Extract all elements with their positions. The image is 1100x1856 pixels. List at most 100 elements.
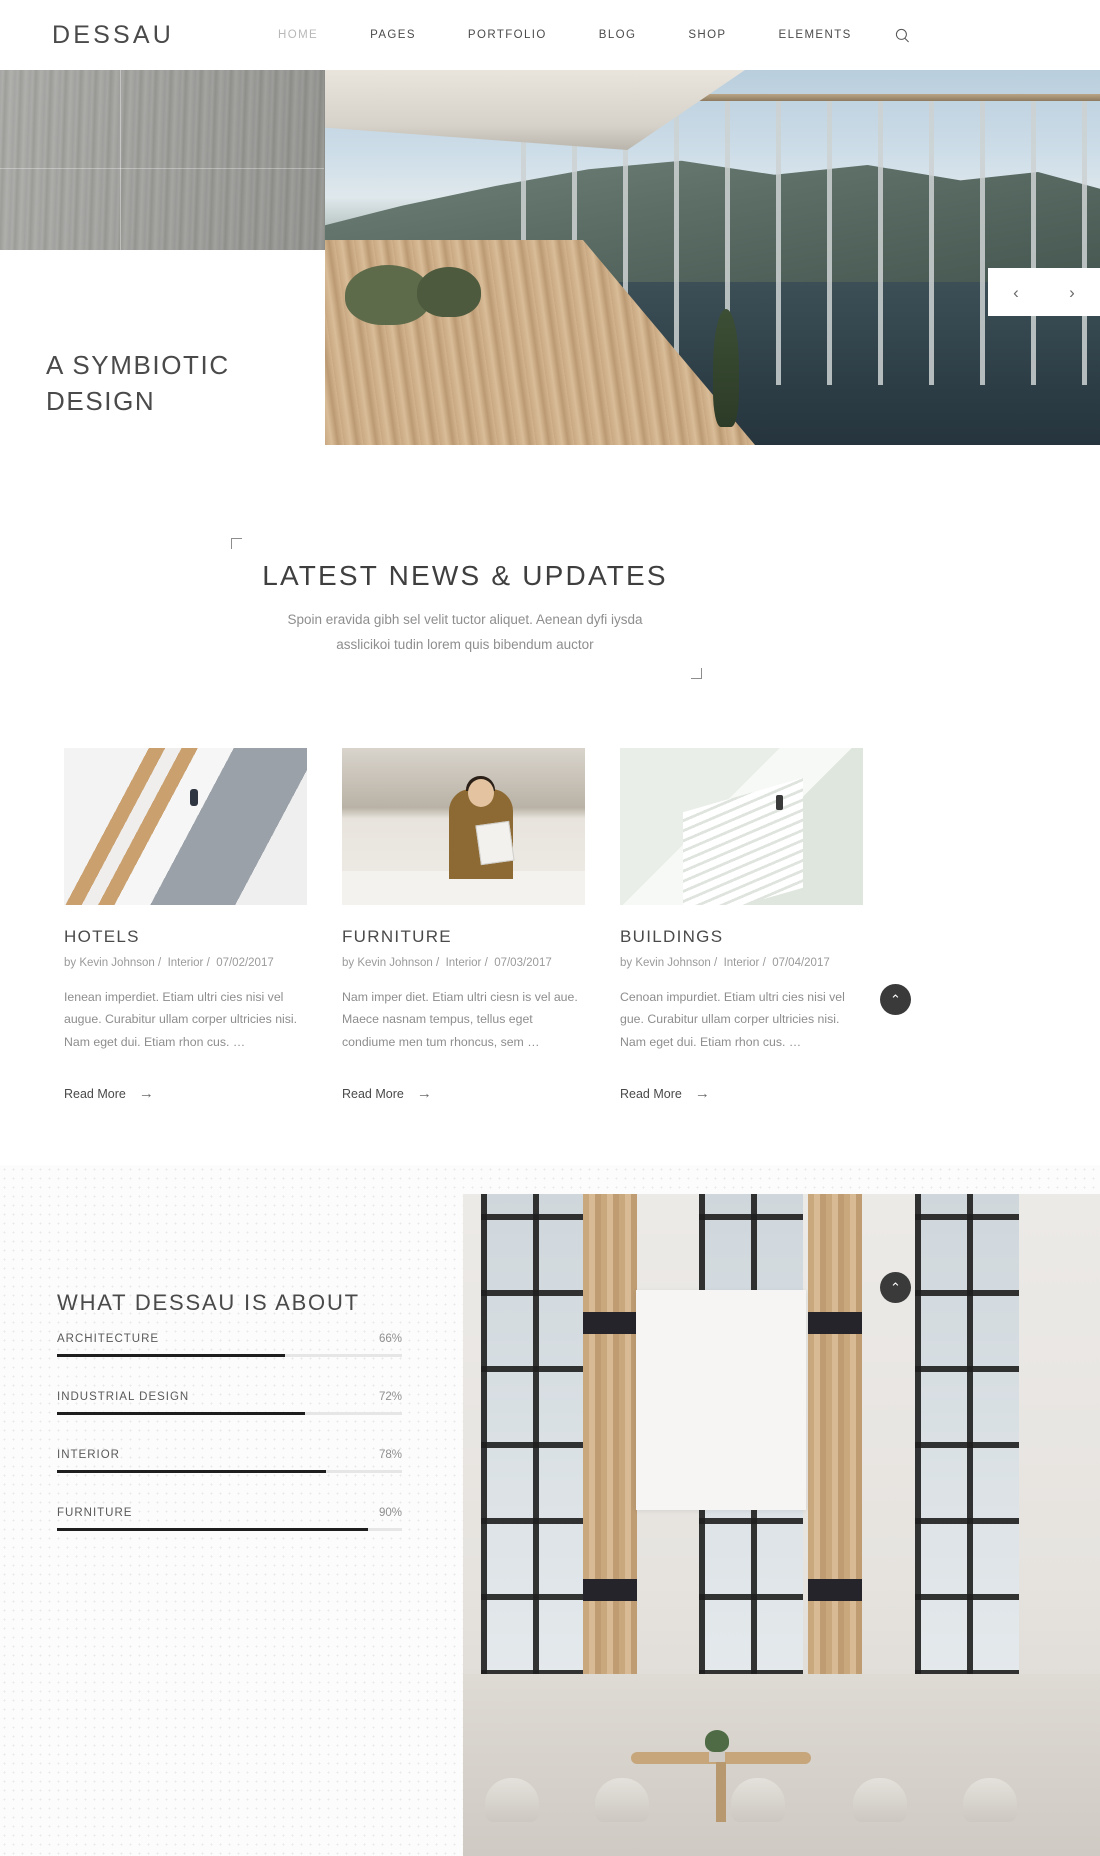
corner-bracket-top-left (231, 538, 242, 549)
nav-item-pages[interactable]: PAGES (344, 29, 442, 41)
skill-percent: 78% (378, 1449, 402, 1461)
hero-terrace-photo (325, 70, 1100, 445)
stone-wall-panel (0, 70, 325, 250)
slider-next-icon[interactable]: › (1069, 284, 1075, 301)
meta-separator: / (484, 957, 488, 969)
news-card[interactable]: HOTELS by Kevin Johnson / Interior / 07/… (64, 748, 307, 1102)
hero-title-line1: A SYMBIOTIC (46, 350, 230, 380)
skill-name: INDUSTRIAL DESIGN (57, 1391, 190, 1403)
card-image-buildings[interactable] (620, 748, 863, 905)
read-more-button[interactable]: Read More → (342, 1085, 585, 1102)
main-navigation: HOME PAGES PORTFOLIO BLOG SHOP ELEMENTS (252, 22, 916, 48)
arrow-right-icon: → (694, 1085, 710, 1103)
stool (731, 1778, 785, 1822)
skill-percent: 72% (378, 1391, 402, 1403)
window-frame (481, 1194, 585, 1676)
skill-item: FURNITURE 90% (57, 1507, 402, 1531)
search-icon[interactable] (890, 22, 916, 48)
hero-caption: A SYMBIOTIC DESIGN + (46, 348, 230, 445)
stool (485, 1778, 539, 1822)
card-meta: by Kevin Johnson / Interior / 07/02/2017 (64, 957, 307, 969)
skill-fill (57, 1528, 368, 1531)
card-title[interactable]: BUILDINGS (620, 927, 863, 947)
scroll-to-top-button[interactable]: ⌃ (880, 1272, 911, 1303)
skill-percent: 90% (378, 1507, 402, 1519)
card-category[interactable]: Interior (446, 957, 482, 969)
scroll-to-top-button[interactable]: ⌃ (880, 984, 911, 1015)
news-card[interactable]: BUILDINGS by Kevin Johnson / Interior / … (620, 748, 863, 1102)
about-interior-photo (463, 1194, 1100, 1856)
book-icon (475, 821, 515, 866)
blank-canvas-artwork (636, 1290, 806, 1510)
read-more-label: Read More (620, 1086, 682, 1101)
card-title[interactable]: FURNITURE (342, 927, 585, 947)
skill-track (57, 1528, 402, 1531)
about-title: WHAT DESSAU IS ABOUT (57, 1290, 360, 1315)
news-card-list: HOTELS by Kevin Johnson / Interior / 07/… (64, 748, 1044, 1102)
stool (595, 1778, 649, 1822)
card-date: 07/03/2017 (494, 957, 552, 969)
read-more-button[interactable]: Read More → (620, 1085, 863, 1102)
shrub-icon (417, 267, 481, 317)
card-excerpt: Ienean imperdiet. Etiam ultri cies nisi … (64, 990, 298, 1049)
meta-separator: / (158, 957, 162, 969)
wooden-column (808, 1194, 862, 1718)
meta-separator: / (206, 957, 210, 969)
meta-separator: / (436, 957, 440, 969)
skill-name: ARCHITECTURE (57, 1333, 160, 1345)
card-author: by Kevin Johnson (342, 957, 433, 969)
card-author: by Kevin Johnson (620, 957, 711, 969)
corner-bracket-bottom-right (691, 668, 702, 679)
arrow-right-icon: → (138, 1085, 154, 1103)
stool (963, 1778, 1017, 1822)
window-frame (915, 1194, 1019, 1676)
card-excerpt: Cenoan impurdiet. Etiam ultri cies nisi … (620, 990, 845, 1049)
read-more-button[interactable]: Read More → (64, 1085, 307, 1102)
news-card[interactable]: FURNITURE by Kevin Johnson / Interior / … (342, 748, 585, 1102)
skill-fill (57, 1470, 327, 1473)
skill-item: ARCHITECTURE 66% (57, 1333, 402, 1357)
card-meta: by Kevin Johnson / Interior / 07/03/2017 (342, 957, 585, 969)
card-category[interactable]: Interior (724, 957, 760, 969)
about-section: WHAT DESSAU IS ABOUT ARCHITECTURE 66% IN… (0, 1165, 1100, 1856)
card-title[interactable]: HOTELS (64, 927, 307, 947)
skill-fill (57, 1354, 285, 1357)
skills-list: ARCHITECTURE 66% INDUSTRIAL DESIGN 72% I… (57, 1333, 402, 1565)
nav-item-elements[interactable]: ELEMENTS (753, 29, 878, 41)
skill-percent: 66% (378, 1333, 402, 1345)
nav-item-home[interactable]: HOME (252, 29, 344, 41)
cypress-tree (713, 309, 739, 427)
slider-prev-icon[interactable]: ‹ (1013, 284, 1019, 301)
slider-navigation: ‹ › (988, 268, 1100, 316)
skill-item: INDUSTRIAL DESIGN 72% (57, 1391, 402, 1415)
hero-slider: ‹ › A SYMBIOTIC DESIGN + (0, 70, 1100, 445)
card-image-hotels[interactable] (64, 748, 307, 905)
card-category[interactable]: Interior (168, 957, 204, 969)
skill-track (57, 1470, 402, 1473)
card-image-furniture[interactable] (342, 748, 585, 905)
latest-news-section: LATEST NEWS & UPDATES Spoin eravida gibh… (0, 445, 1100, 1165)
card-author: by Kevin Johnson (64, 957, 155, 969)
stool (853, 1778, 907, 1822)
skill-name: INTERIOR (57, 1449, 120, 1461)
nav-item-portfolio[interactable]: PORTFOLIO (442, 29, 573, 41)
brand-logo[interactable]: DESSAU (52, 21, 174, 50)
skill-track (57, 1354, 402, 1357)
meta-separator: / (762, 957, 766, 969)
card-date: 07/02/2017 (216, 957, 274, 969)
skill-item: INTERIOR 78% (57, 1449, 402, 1473)
card-date: 07/04/2017 (772, 957, 830, 969)
card-excerpt: Nam imper diet. Etiam ultri ciesn is vel… (342, 990, 578, 1049)
section-subtitle-line2: asslicikoi tudin lorem quis bibendum auc… (336, 636, 594, 652)
table-leg (716, 1762, 726, 1822)
floor-surface (463, 1674, 1100, 1856)
hero-title: A SYMBIOTIC DESIGN (46, 348, 230, 420)
nav-item-blog[interactable]: BLOG (573, 29, 663, 41)
arrow-right-icon: → (416, 1085, 432, 1103)
card-meta: by Kevin Johnson / Interior / 07/04/2017 (620, 957, 863, 969)
nav-item-shop[interactable]: SHOP (662, 29, 752, 41)
meta-separator: / (714, 957, 718, 969)
skill-track (57, 1412, 402, 1415)
section-subtitle: Spoin eravida gibh sel velit tuctor aliq… (0, 608, 930, 658)
skill-name: FURNITURE (57, 1507, 133, 1519)
